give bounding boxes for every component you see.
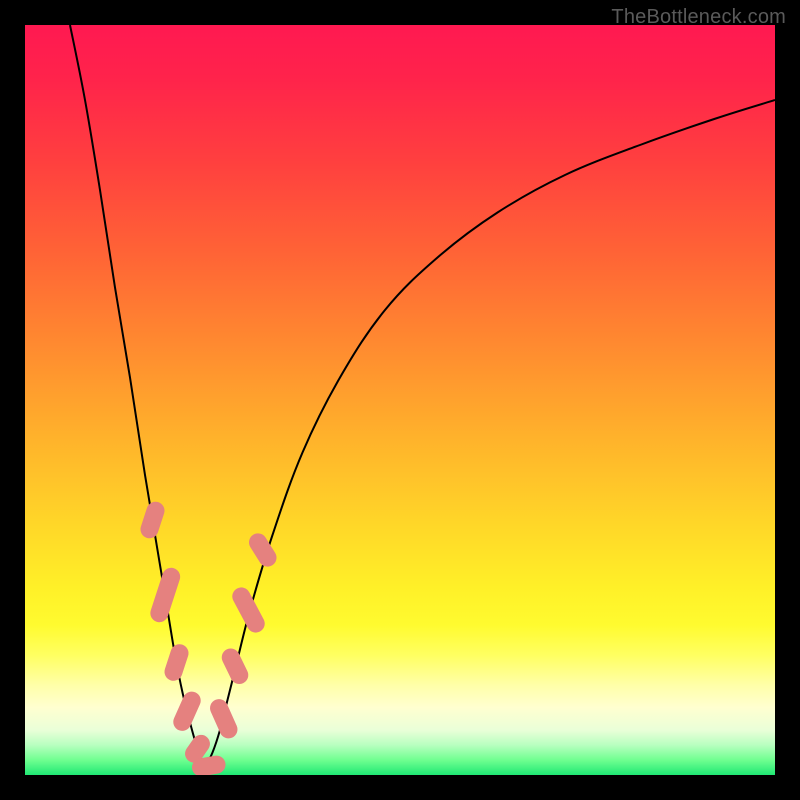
plot-area	[25, 25, 775, 775]
marker-lozenge	[148, 565, 183, 624]
marker-lozenge	[207, 696, 240, 741]
marker-lozenge	[219, 645, 252, 687]
marker-lozenge	[162, 642, 191, 683]
chart-frame: TheBottleneck.com	[0, 0, 800, 800]
marker-lozenge	[246, 530, 280, 570]
marker-lozenge	[229, 584, 268, 635]
curves-layer	[25, 25, 775, 775]
markers-group	[138, 499, 280, 775]
watermark-text: TheBottleneck.com	[611, 6, 786, 29]
right-curve	[205, 100, 775, 768]
marker-lozenge	[170, 689, 203, 734]
marker-lozenge	[138, 499, 167, 540]
